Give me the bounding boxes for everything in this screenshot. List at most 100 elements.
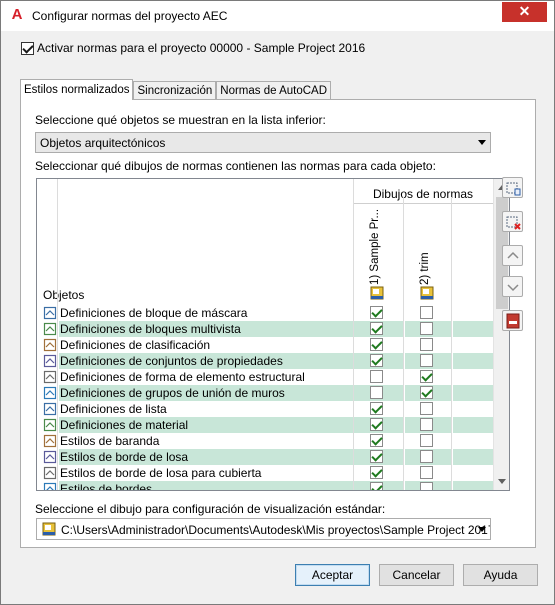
table-row[interactable]: Estilos de baranda	[37, 433, 493, 449]
drawing-2-checkbox[interactable]	[420, 482, 433, 490]
drawing-2-checkbox[interactable]	[420, 418, 433, 431]
table-row[interactable]: Definiciones de grupos de unión de muros	[37, 385, 493, 401]
autocad-logo-icon: A	[11, 6, 23, 23]
grid-label: Seleccionar qué dibujos de normas contie…	[35, 159, 436, 173]
drawing-1-checkbox[interactable]	[370, 402, 383, 415]
row-cell	[453, 369, 493, 385]
drawing-2-checkbox[interactable]	[420, 450, 433, 463]
slab-edge-icon	[43, 450, 57, 464]
table-row[interactable]: Estilos de borde de losa	[37, 449, 493, 465]
structural-shape-icon	[43, 370, 57, 384]
move-down-icon	[507, 284, 519, 292]
move-up-icon	[507, 251, 519, 259]
row-cell	[453, 433, 493, 449]
title-bar: A Configurar normas del proyecto AEC ✕	[1, 1, 554, 31]
table-row[interactable]: Definiciones de lista	[37, 401, 493, 417]
chevron-down-icon	[478, 527, 486, 532]
drawing-2-checkbox[interactable]	[420, 434, 433, 447]
row-cell	[453, 305, 493, 321]
add-drawing-button[interactable]	[502, 177, 523, 198]
row-label: Definiciones de bloque de máscara	[60, 306, 248, 320]
drawing-2-checkbox[interactable]	[420, 370, 433, 383]
row-label: Estilos de baranda	[60, 434, 160, 448]
drawing-1-checkbox[interactable]	[370, 370, 383, 383]
cancel-button[interactable]: Cancelar	[379, 564, 454, 586]
remove-drawing-button[interactable]	[502, 211, 523, 232]
row-cell	[453, 353, 493, 369]
row-label: Estilos de borde de losa	[59, 449, 353, 465]
table-row[interactable]: Definiciones de bloque de máscara	[37, 305, 493, 321]
window-title: Configurar normas del proyecto AEC	[32, 9, 228, 23]
drawing-1-checkbox[interactable]	[370, 354, 383, 367]
report-icon	[506, 313, 520, 329]
activate-standards-label: Activar normas para el proyecto 00000 - …	[37, 41, 366, 55]
material-icon	[43, 418, 57, 432]
drawing-1-checkbox[interactable]	[370, 466, 383, 479]
multiview-block-icon	[43, 322, 57, 336]
row-label: Estilos de borde de losa para cubierta	[60, 466, 262, 480]
row-label: Definiciones de grupos de unión de muros	[59, 385, 353, 401]
row-label: Definiciones de bloques multivista	[59, 321, 353, 337]
drawing-2-checkbox[interactable]	[420, 306, 433, 319]
tab-synchronization[interactable]: Sincronización	[133, 81, 217, 99]
move-up-button[interactable]	[502, 245, 523, 266]
table-row[interactable]: Definiciones de bloques multivista	[37, 321, 493, 337]
drawing-2-checkbox[interactable]	[420, 354, 433, 367]
drawing-2-checkbox[interactable]	[420, 338, 433, 351]
row-label: Definiciones de conjuntos de propiedades	[59, 353, 353, 369]
row-label: Definiciones de lista	[60, 402, 167, 416]
activate-standards-row[interactable]: Activar normas para el proyecto 00000 - …	[21, 41, 365, 55]
row-cell	[453, 385, 493, 401]
display-config-dropdown[interactable]: C:\Users\Administrador\Documents\Autodes…	[36, 518, 491, 540]
table-row[interactable]: Estilos de bordes	[37, 481, 493, 490]
column-header-drawing-1: 1) Sample Pr...	[369, 208, 381, 285]
list-definition-icon	[43, 402, 57, 416]
row-cell	[453, 417, 493, 433]
drawing-1-checkbox[interactable]	[370, 338, 383, 351]
help-button[interactable]: Ayuda	[463, 564, 538, 586]
table-row[interactable]: Definiciones de clasificación	[37, 337, 493, 353]
property-set-icon	[43, 354, 57, 368]
drawing-1-checkbox[interactable]	[370, 322, 383, 335]
ok-button[interactable]: Aceptar	[295, 564, 370, 586]
close-button[interactable]: ✕	[502, 2, 547, 22]
drawing-1-checkbox[interactable]	[370, 418, 383, 431]
row-cell	[453, 321, 493, 337]
drawing-1-checkbox[interactable]	[370, 434, 383, 447]
drawing-1-checkbox[interactable]	[370, 306, 383, 319]
drawing-file-icon	[42, 522, 56, 536]
drawing-file-icon	[370, 286, 384, 300]
objects-column-header: Objetos	[43, 288, 85, 302]
railing-icon	[43, 434, 57, 448]
drawing-1-checkbox[interactable]	[370, 482, 383, 490]
tab-standard-styles[interactable]: Estilos normalizados	[20, 79, 134, 100]
move-down-button[interactable]	[502, 276, 523, 297]
table-row[interactable]: Definiciones de forma de elemento estruc…	[37, 369, 493, 385]
row-label: Definiciones de material	[59, 417, 353, 433]
report-button[interactable]	[502, 310, 523, 331]
objects-type-value: Objetos arquitectónicos	[40, 136, 166, 150]
activate-standards-checkbox[interactable]	[21, 41, 34, 55]
drawing-2-checkbox[interactable]	[420, 322, 433, 335]
drawing-1-checkbox[interactable]	[370, 386, 383, 399]
drawing-2-checkbox[interactable]	[420, 386, 433, 399]
table-row[interactable]: Definiciones de material	[37, 417, 493, 433]
row-cell	[453, 481, 493, 490]
chevron-down-icon	[478, 140, 486, 145]
roof-slab-edge-icon	[43, 466, 57, 480]
drawing-2-checkbox[interactable]	[420, 402, 433, 415]
drawing-1-checkbox[interactable]	[370, 450, 383, 463]
table-row[interactable]: Estilos de borde de losa para cubierta	[37, 465, 493, 481]
row-cell	[453, 337, 493, 353]
row-label: Definiciones de clasificación	[60, 338, 211, 352]
objects-type-dropdown[interactable]: Objetos arquitectónicos	[35, 132, 491, 153]
row-label: Definiciones de forma de elemento estruc…	[60, 370, 305, 384]
grid-header: Dibujos de normas Objetos 1) Sample Pr..…	[37, 179, 493, 305]
row-label: Estilos de bordes	[59, 481, 353, 490]
scroll-down-arrow-icon[interactable]	[498, 479, 506, 484]
tab-panel: Seleccione qué objetos se muestran en la…	[20, 99, 536, 548]
remove-drawing-icon	[506, 216, 521, 230]
drawing-2-checkbox[interactable]	[420, 466, 433, 479]
table-row[interactable]: Definiciones de conjuntos de propiedades	[37, 353, 493, 369]
tab-autocad-standards[interactable]: Normas de AutoCAD	[216, 81, 332, 99]
